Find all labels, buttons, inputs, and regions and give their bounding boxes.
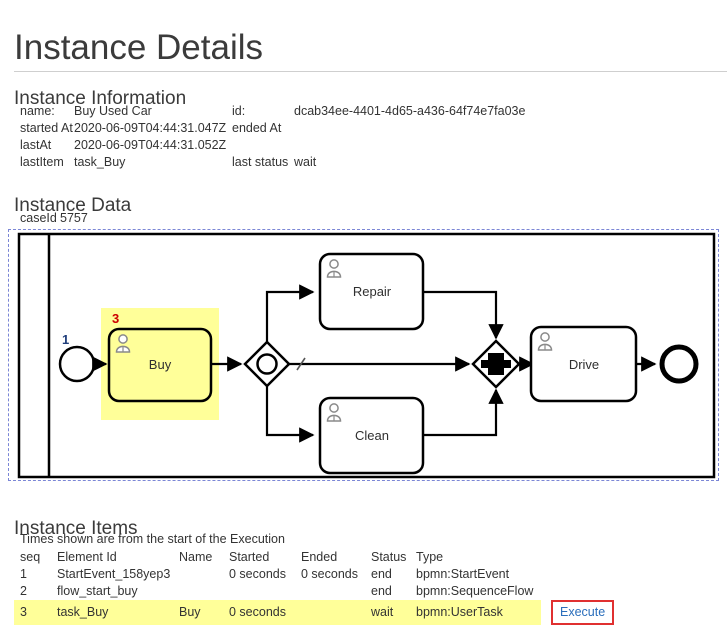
table-row[interactable]: 1 StartEvent_158yep3 0 seconds 0 seconds… (14, 566, 621, 583)
cell-ended (301, 600, 371, 625)
cell-type: bpmn:SequenceFlow (416, 584, 534, 598)
bpmn-start-event[interactable] (58, 345, 96, 383)
info-row: lastAt 2020-06-09T04:44:31.052Z (20, 137, 525, 154)
bpmn-diagram[interactable]: 1 3 Buy Repair Clean Drive (8, 229, 719, 481)
col-header-element-id: Element Id (57, 550, 117, 564)
cell-name (179, 583, 229, 600)
info-row: lastItem task_Buy last status wait (20, 154, 525, 171)
col-header-seq: seq (20, 550, 41, 564)
cell-status: wait (371, 600, 416, 625)
title-divider (14, 71, 727, 72)
cell-status: end (371, 584, 392, 598)
info-key-blank (232, 137, 294, 154)
cell-seq: 1 (20, 567, 27, 581)
execute-button[interactable]: Execute (551, 600, 615, 625)
info-key-last-status: last status (232, 155, 289, 169)
info-key-last-item: lastItem (20, 155, 64, 169)
info-value-name: Buy Used Car (74, 104, 152, 118)
col-header-status: Status (371, 550, 407, 564)
bpmn-task-drive[interactable]: Drive (529, 325, 638, 403)
col-header-started: Started (229, 550, 270, 564)
col-header-type: Type (416, 550, 444, 564)
info-value-started-at: 2020-06-09T04:44:31.047Z (74, 121, 227, 135)
token-marker-1: 1 (62, 332, 69, 347)
info-key-id: id: (232, 104, 246, 118)
bpmn-task-repair[interactable]: Repair (318, 252, 425, 331)
col-header-ended: Ended (301, 550, 338, 564)
table-header-row: seq Element Id Name Started Ended Status… (14, 549, 621, 566)
table-row[interactable]: 3 task_Buy Buy 0 seconds wait bpmn:UserT… (14, 600, 621, 625)
cell-action (541, 583, 621, 600)
cell-started (229, 583, 301, 600)
instance-items-note: Times shown are from the start of the Ex… (20, 532, 285, 546)
cell-action (541, 566, 621, 583)
token-marker-3: 3 (112, 311, 119, 326)
page-title: Instance Details (14, 28, 264, 68)
info-value-id: dcab34ee-4401-4d65-a436-64f74e7fa03e (294, 104, 526, 118)
instance-information-grid: name: Buy Used Car id: dcab34ee-4401-4d6… (20, 103, 525, 171)
cell-ended (301, 583, 371, 600)
col-header-action (541, 549, 621, 566)
data-key-caseid: caseId (20, 211, 57, 225)
info-key-ended-at: ended At (232, 121, 282, 135)
info-row: name: Buy Used Car id: dcab34ee-4401-4d6… (20, 103, 525, 120)
cell-type: bpmn:UserTask (416, 600, 541, 625)
task-buy-label: Buy (149, 357, 172, 372)
cell-status: end (371, 567, 392, 581)
cell-action: Execute (541, 600, 621, 625)
info-value-ended-at (294, 120, 525, 137)
info-key-name: name: (20, 104, 55, 118)
table-row[interactable]: 2 flow_start_buy end bpmn:SequenceFlow (14, 583, 621, 600)
cell-ended: 0 seconds (301, 567, 358, 581)
instance-details-page: Instance Details Instance Information na… (0, 0, 727, 625)
data-row: caseId 5757 (20, 210, 88, 227)
info-row: started At 2020-06-09T04:44:31.047Z ende… (20, 120, 525, 137)
col-header-name: Name (179, 550, 213, 564)
task-clean-label: Clean (355, 428, 389, 443)
cell-name: Buy (179, 600, 229, 625)
instance-items-table: seq Element Id Name Started Ended Status… (14, 549, 621, 625)
cell-element-id: flow_start_buy (57, 584, 138, 598)
cell-seq: 3 (14, 600, 57, 625)
info-key-started-at: started At (20, 121, 73, 135)
instance-data-grid: caseId 5757 (20, 210, 88, 227)
info-value-blank (294, 137, 525, 154)
bpmn-end-event[interactable] (659, 344, 699, 384)
cell-element-id: StartEvent_158yep3 (57, 567, 171, 581)
cell-seq: 2 (20, 584, 27, 598)
info-key-last-at: lastAt (20, 138, 52, 152)
data-value-caseid: 5757 (60, 211, 88, 225)
cell-element-id: task_Buy (57, 600, 179, 625)
cell-started: 0 seconds (229, 567, 286, 581)
info-value-last-status: wait (294, 155, 317, 169)
task-repair-label: Repair (353, 284, 392, 299)
cell-name (179, 566, 229, 583)
cell-started: 0 seconds (229, 600, 301, 625)
bpmn-task-clean[interactable]: Clean (318, 396, 425, 475)
info-value-last-item: task_Buy (74, 155, 126, 169)
info-value-last-at: 2020-06-09T04:44:31.052Z (74, 138, 227, 152)
bpmn-task-buy[interactable]: Buy (107, 327, 213, 403)
cell-type: bpmn:StartEvent (416, 567, 510, 581)
task-drive-label: Drive (569, 357, 599, 372)
